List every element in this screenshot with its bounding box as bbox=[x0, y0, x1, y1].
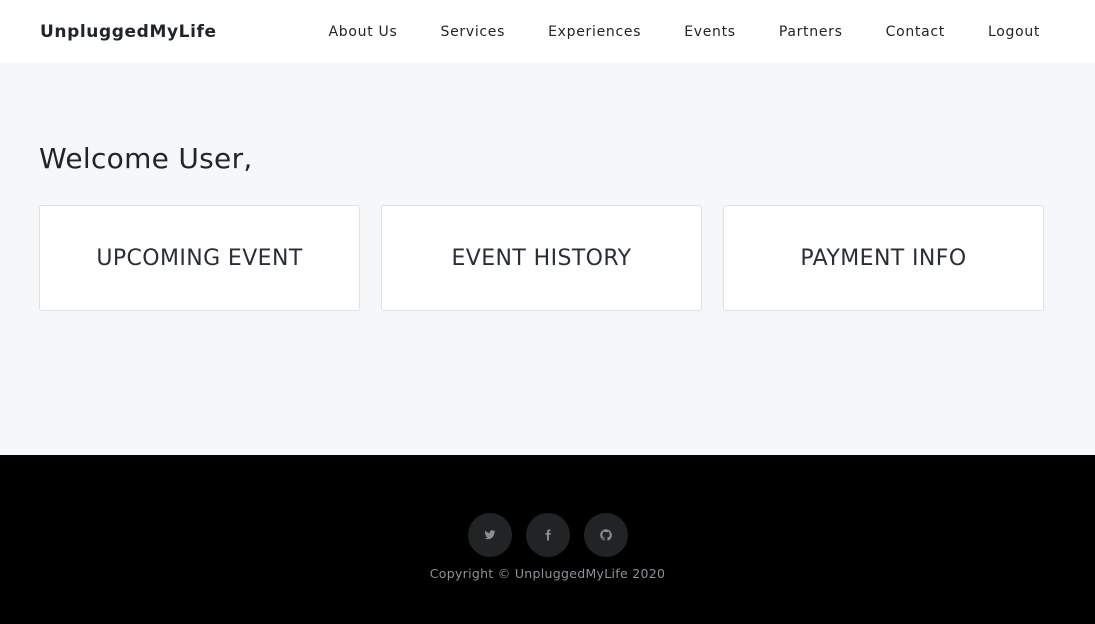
nav-link-logout[interactable]: Logout bbox=[966, 24, 1061, 40]
dashboard-section: Welcome User, UPCOMING EVENT EVENT HISTO… bbox=[0, 63, 1095, 455]
social-links bbox=[0, 513, 1095, 557]
footer: Copyright © UnpluggedMyLife 2020 bbox=[0, 455, 1095, 624]
nav-link-about-us[interactable]: About Us bbox=[307, 24, 419, 40]
nav-link-contact[interactable]: Contact bbox=[864, 24, 966, 40]
github-icon bbox=[599, 529, 612, 541]
upcoming-event-card[interactable]: UPCOMING EVENT bbox=[39, 205, 360, 311]
welcome-heading: Welcome User, bbox=[39, 142, 253, 175]
nav-link-experiences[interactable]: Experiences bbox=[527, 24, 663, 40]
card-label: EVENT HISTORY bbox=[451, 245, 632, 271]
nav-links: About Us Services Experiences Events Par… bbox=[307, 0, 1062, 63]
nav-link-services[interactable]: Services bbox=[419, 24, 527, 40]
brand-logo[interactable]: UnpluggedMyLife bbox=[40, 22, 217, 42]
twitter-icon bbox=[484, 530, 495, 540]
twitter-button[interactable] bbox=[467, 513, 512, 557]
github-button[interactable] bbox=[583, 513, 628, 557]
card-label: PAYMENT INFO bbox=[800, 245, 967, 271]
copyright-text: Copyright © UnpluggedMyLife 2020 bbox=[429, 566, 666, 581]
facebook-icon bbox=[545, 529, 551, 541]
nav-link-partners[interactable]: Partners bbox=[757, 24, 864, 40]
navbar: UnpluggedMyLife About Us Services Experi… bbox=[0, 0, 1095, 63]
facebook-button[interactable] bbox=[525, 513, 570, 557]
event-history-card[interactable]: EVENT HISTORY bbox=[381, 205, 702, 311]
payment-info-card[interactable]: PAYMENT INFO bbox=[723, 205, 1044, 311]
card-label: UPCOMING EVENT bbox=[96, 245, 303, 271]
nav-link-events[interactable]: Events bbox=[663, 24, 758, 40]
